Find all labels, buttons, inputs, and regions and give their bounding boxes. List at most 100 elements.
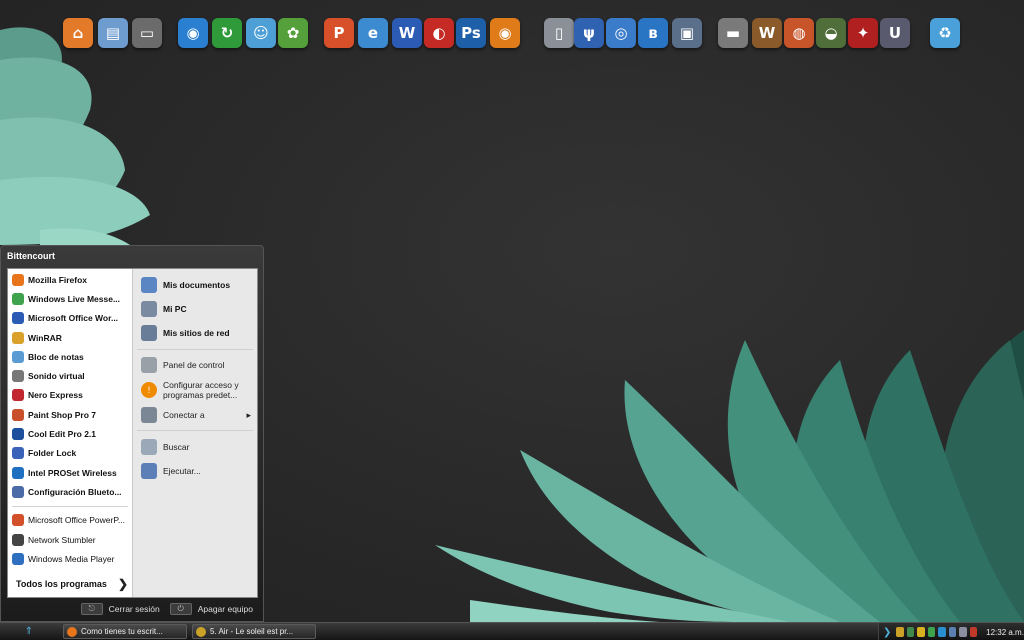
tool-link-item[interactable]: Buscar [133, 435, 257, 459]
programs-separator [12, 505, 128, 507]
my-documents-icon [141, 277, 157, 293]
display-tray-icon[interactable] [948, 627, 957, 637]
power-icon: ⏻ [169, 603, 192, 615]
show-hidden-icons-button[interactable]: ❯ [883, 627, 891, 638]
word-glyph: W [398, 24, 416, 42]
nero-glyph: ◐ [432, 24, 446, 42]
intel-wireless-icon [12, 466, 24, 479]
pinned-program-item[interactable]: Bloc de notas [8, 347, 132, 366]
recycle-bin-glyph: ♻ [938, 24, 952, 42]
tool-link-label: Buscar [163, 442, 190, 452]
place-item[interactable]: Mis documentos [133, 273, 257, 297]
all-programs-button[interactable]: Todos los programas ❯ [8, 571, 132, 597]
taskbar-button-music-player[interactable]: 5. Air - Le soleil est pr... [192, 624, 316, 639]
home-icon[interactable]: ⌂ [63, 18, 93, 48]
tool-link-label: Ejecutar... [163, 466, 201, 476]
pinned-program-item[interactable]: Microsoft Office Wor... [8, 309, 132, 328]
bluetooth-icon[interactable]: ʙ [638, 18, 668, 48]
messenger-icon[interactable]: ☺ [246, 18, 276, 48]
usb-icon[interactable]: ψ [574, 18, 604, 48]
place-label: Mi PC [163, 304, 187, 314]
place-label: Mis sitios de red [163, 328, 230, 338]
powerpoint-glyph: P [333, 24, 345, 42]
network-tray-icon[interactable] [906, 627, 915, 637]
pinned-program-item[interactable]: Folder Lock [8, 444, 132, 463]
internet-explorer-icon[interactable]: e [358, 18, 388, 48]
security-shield-icon[interactable] [917, 627, 925, 637]
logoff-icon: ⎋ [80, 603, 103, 615]
powerpoint-icon [12, 514, 24, 527]
pinned-program-item[interactable]: Configuración Blueto... [8, 482, 132, 501]
sync-glyph: ↻ [220, 24, 234, 42]
pinned-program-item[interactable]: WinRAR [8, 328, 132, 347]
usb-glyph: ψ [583, 24, 595, 42]
recent-program-item[interactable]: Windows Media Player [8, 549, 132, 568]
place-item[interactable]: Mis sitios de red [133, 321, 257, 345]
eye-icon[interactable]: ◉ [490, 18, 520, 48]
warcraft-icon[interactable]: W [752, 18, 782, 48]
winamp-tray-icon[interactable] [896, 627, 904, 637]
documents-icon[interactable]: ▤ [98, 18, 128, 48]
nero-icon[interactable]: ◐ [424, 18, 454, 48]
bluetooth-icon [12, 485, 24, 498]
pinned-program-item[interactable]: Cool Edit Pro 2.1 [8, 424, 132, 443]
nes-console-icon[interactable]: ▬ [718, 18, 748, 48]
word-icon[interactable]: W [392, 18, 422, 48]
system-link-label: Configurar acceso y [163, 380, 239, 390]
pinned-program-item[interactable]: Paint Shop Pro 7 [8, 405, 132, 424]
worms-icon[interactable]: ◍ [784, 18, 814, 48]
network-drive-icon[interactable]: ▣ [672, 18, 702, 48]
place-item[interactable]: Mi PC [133, 297, 257, 321]
program-label: Folder Lock [28, 448, 77, 459]
pinned-program-item[interactable]: Intel PROSet Wireless [8, 463, 132, 482]
program-label: Bloc de notas [28, 351, 84, 362]
gimp-icon[interactable]: ✿ [278, 18, 308, 48]
recent-program-item[interactable]: Microsoft Office PowerP... [8, 511, 132, 530]
volume-tray-icon[interactable] [969, 627, 978, 637]
places-separator [137, 349, 253, 350]
powerpoint-icon[interactable]: P [324, 18, 354, 48]
system-link-item[interactable]: ! Configurar acceso y programas predet... [133, 376, 257, 404]
program-label: Mozilla Firefox [28, 274, 88, 285]
tool-link-item[interactable]: Ejecutar... [133, 459, 257, 483]
taskbar: ⇑ Como tienes tu escrit... 5. Air - Le s… [0, 622, 1024, 640]
system-link-label: Conectar a [163, 410, 205, 420]
globe-icon[interactable]: ◉ [178, 18, 208, 48]
pda-icon[interactable]: ▭ [132, 18, 162, 48]
firefox-icon [12, 273, 24, 286]
set-defaults-icon: ! [141, 382, 157, 398]
pinned-programs-list: Mozilla Firefox Windows Live Messe... Micr… [8, 270, 132, 502]
pinned-program-item[interactable]: Mozilla Firefox [8, 270, 132, 289]
recycle-bin-icon[interactable]: ♻ [930, 18, 960, 48]
pinned-program-item[interactable]: Nero Express [8, 386, 132, 405]
assassin-icon[interactable]: ✦ [848, 18, 878, 48]
recent-program-item[interactable]: Network Stumbler [8, 530, 132, 549]
assassin-glyph: ✦ [856, 24, 870, 42]
sync-center-icon[interactable]: ◎ [606, 18, 636, 48]
start-button[interactable]: ⇑ [0, 623, 58, 640]
tool-links-list: Buscar Ejecutar... [133, 435, 257, 483]
pinned-program-item[interactable]: Sonido virtual [8, 366, 132, 385]
photoshop-glyph: Ps [461, 24, 481, 42]
system-link-item[interactable]: Conectar a ▸ [133, 404, 257, 426]
program-label: Windows Media Player [28, 553, 115, 564]
system-link-item[interactable]: Panel de control [133, 354, 257, 376]
messenger-tray-icon[interactable] [927, 627, 936, 637]
sync-icon[interactable]: ↻ [212, 18, 242, 48]
pinned-program-item[interactable]: Windows Live Messe... [8, 289, 132, 308]
usb-tray-icon[interactable] [959, 627, 967, 637]
unreal-icon[interactable]: U [880, 18, 910, 48]
program-label: Windows Live Messe... [28, 293, 121, 304]
logoff-button[interactable]: ⎋ Cerrar sesión [80, 603, 160, 615]
task-label: Como tienes tu escrit... [81, 627, 163, 636]
halo-icon[interactable]: ◒ [816, 18, 846, 48]
sync-tray-icon[interactable] [938, 627, 946, 637]
photoshop-icon[interactable]: Ps [456, 18, 486, 48]
mobile-phone-icon[interactable]: ▯ [544, 18, 574, 48]
eye-glyph: ◉ [498, 24, 512, 42]
program-label: Intel PROSet Wireless [28, 467, 117, 478]
messenger-glyph: ☺ [253, 24, 269, 42]
clock[interactable]: 12:32 a.m. [986, 628, 1024, 637]
taskbar-button-firefox[interactable]: Como tienes tu escrit... [63, 624, 187, 639]
shutdown-button[interactable]: ⏻ Apagar equipo [169, 603, 253, 615]
